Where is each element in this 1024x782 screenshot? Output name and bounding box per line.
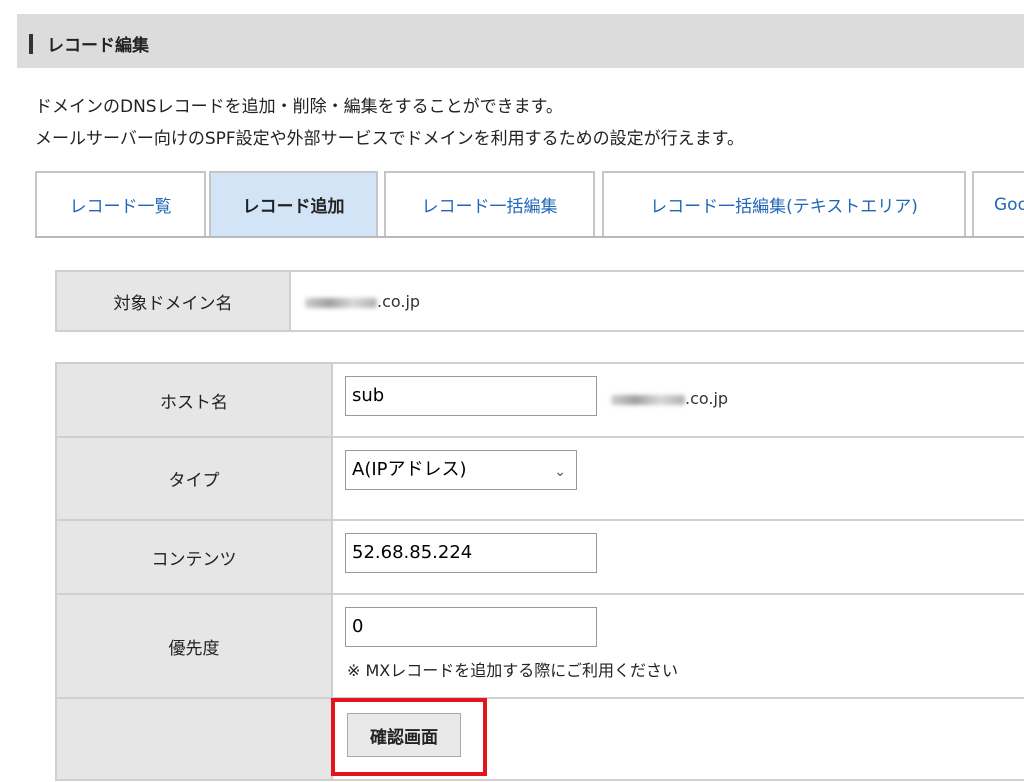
priority-note: ※ MXレコードを追加する際にご利用ください (347, 661, 678, 680)
tab-record-bulk-edit-textarea[interactable]: レコード一括編集(テキストエリア) (602, 171, 966, 236)
tab-record-add[interactable]: レコード追加 (209, 171, 378, 236)
chevron-down-icon: ⌄ (554, 464, 566, 480)
description-line-2: メールサーバー向けのSPF設定や外部サービスでドメインを利用するための設定が行え… (35, 129, 744, 149)
record-tabs: レコード一覧 レコード追加 レコード一括編集 レコード一括編集(テキストエリア)… (35, 171, 1024, 238)
tab-goo[interactable]: Goo (972, 171, 1024, 236)
section-header: レコード編集 (17, 14, 1024, 68)
form-row-type: タイプ A(IPアドレス) ⌄ (55, 436, 1024, 521)
submit-label-cell (55, 697, 333, 781)
form-row-priority: 優先度 0 ※ MXレコードを追加する際にご利用ください (55, 593, 1024, 699)
host-cell: sub .co.jp (331, 362, 1024, 438)
priority-input[interactable]: 0 (345, 607, 597, 647)
type-label: タイプ (55, 436, 333, 521)
type-select[interactable]: A(IPアドレス) ⌄ (345, 450, 577, 490)
submit-cell: 確認画面 (331, 697, 1024, 781)
record-form: ホスト名 sub .co.jp タイプ A(IPアドレス) ⌄ コンテンツ 52… (55, 362, 1024, 781)
host-input[interactable]: sub (345, 376, 597, 416)
target-domain-value: .co.jp (305, 292, 420, 311)
priority-cell: 0 ※ MXレコードを追加する際にご利用ください (331, 593, 1024, 699)
type-selected-value: A(IPアドレス) (352, 459, 467, 480)
priority-label: 優先度 (55, 593, 333, 699)
target-domain-box: 対象ドメイン名 .co.jp (55, 270, 1024, 332)
content-label: コンテンツ (55, 519, 333, 595)
description-line-1: ドメインのDNSレコードを追加・削除・編集をすることができます。 (35, 97, 563, 117)
content-cell: 52.68.85.224 (331, 519, 1024, 595)
form-row-submit: 確認画面 (55, 697, 1024, 781)
host-domain-suffix: .co.jp (611, 389, 728, 408)
tab-record-bulk-edit[interactable]: レコード一括編集 (384, 171, 595, 236)
redacted-domain (305, 297, 377, 308)
form-row-host: ホスト名 sub .co.jp (55, 362, 1024, 438)
form-row-content: コンテンツ 52.68.85.224 (55, 519, 1024, 595)
header-bar (29, 34, 33, 54)
page-title: レコード編集 (47, 36, 149, 56)
confirm-button[interactable]: 確認画面 (347, 713, 461, 757)
redacted-host-domain (611, 394, 685, 405)
content-input[interactable]: 52.68.85.224 (345, 533, 597, 573)
host-label: ホスト名 (55, 362, 333, 438)
target-domain-label: 対象ドメイン名 (57, 272, 291, 330)
tab-record-list[interactable]: レコード一覧 (35, 171, 206, 236)
target-domain-suffix: .co.jp (377, 292, 421, 311)
type-cell: A(IPアドレス) ⌄ (331, 436, 1024, 521)
